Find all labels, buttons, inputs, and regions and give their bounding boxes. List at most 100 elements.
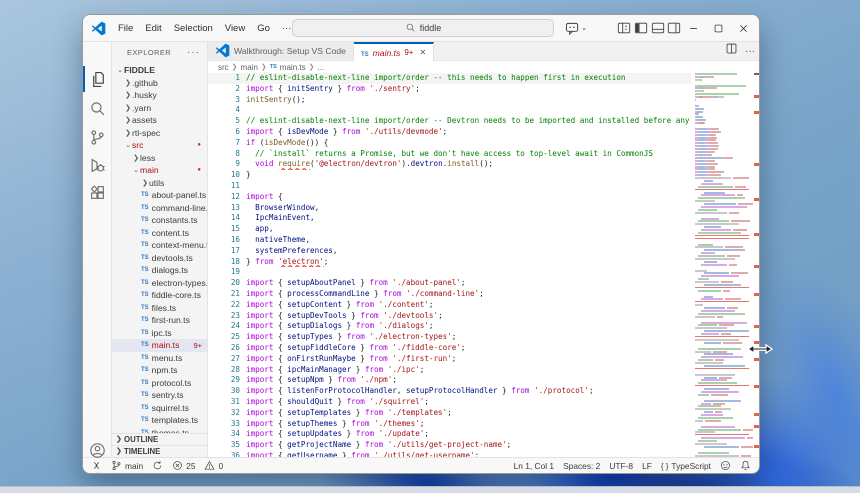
- explorer-more-actions-icon[interactable]: ···: [187, 47, 200, 58]
- tree-file-templates.ts[interactable]: TStemplates.ts: [112, 414, 207, 427]
- minimap-line: [695, 330, 753, 332]
- status-utf8[interactable]: UTF-8: [609, 461, 633, 471]
- tree-file-npm.ts[interactable]: TSnpm.ts: [112, 364, 207, 377]
- close-button[interactable]: [733, 15, 753, 41]
- tree-folder-utils[interactable]: ❯utils: [112, 177, 207, 190]
- status-label: main: [125, 461, 143, 471]
- breadcrumb-separator-icon: ❯: [309, 63, 315, 71]
- line-number: 36: [208, 451, 240, 457]
- toggle-panel-icon[interactable]: [650, 15, 666, 41]
- activity-settings-icon[interactable]: [83, 466, 111, 474]
- tree-file-devtools.ts[interactable]: TSdevtools.ts: [112, 252, 207, 265]
- tree-file-content.ts[interactable]: TScontent.ts: [112, 227, 207, 240]
- status-braces-typescript[interactable]: { }TypeScript: [661, 461, 711, 471]
- editor-more-actions-icon[interactable]: ···: [745, 46, 755, 57]
- customize-layout-icon[interactable]: [616, 15, 632, 41]
- breadcrumb-item[interactable]: ...: [317, 63, 324, 72]
- copilot-icon: [720, 460, 731, 471]
- tab-main.ts[interactable]: TSmain.ts9+✕: [354, 42, 434, 61]
- tree-folder-less[interactable]: ❯less: [112, 152, 207, 165]
- taskbar-edge[interactable]: [0, 486, 860, 493]
- tree-file-main.ts[interactable]: TSmain.ts9+: [112, 339, 207, 352]
- minimap-line: [695, 443, 753, 445]
- minimap-line: [695, 134, 753, 136]
- minimap-line: [695, 102, 753, 104]
- activity-accounts-icon[interactable]: [83, 437, 111, 463]
- tree-file-protocol.ts[interactable]: TSprotocol.ts: [112, 377, 207, 390]
- tree-file-command-line.ts[interactable]: TScommand-line.ts: [112, 202, 207, 215]
- split-editor-icon[interactable]: [725, 42, 738, 60]
- breadcrumb-item[interactable]: main.ts: [280, 63, 306, 72]
- tree-folder-main[interactable]: ⌄main●: [112, 164, 207, 177]
- tree-file-context-menu.ts[interactable]: TScontext-menu.ts: [112, 239, 207, 252]
- tree-file-squirrel.ts[interactable]: TSsquirrel.ts: [112, 402, 207, 415]
- tree-file-sentry.ts[interactable]: TSsentry.ts: [112, 389, 207, 402]
- tree-file-menu.ts[interactable]: TSmenu.ts: [112, 352, 207, 365]
- status-label: 25: [186, 461, 195, 471]
- status-spaces2[interactable]: Spaces: 2: [563, 461, 600, 471]
- line-number: 13: [208, 203, 240, 214]
- code-line-26: 26import { setupFiddleCore } from './fid…: [208, 343, 691, 354]
- minimap-line: [695, 238, 753, 239]
- toggle-primary-sidebar-icon[interactable]: [633, 15, 649, 41]
- activity-run-debug-icon[interactable]: [83, 152, 111, 178]
- tree-file-files.ts[interactable]: TSfiles.ts: [112, 302, 207, 315]
- minimize-button[interactable]: [683, 15, 703, 41]
- minimap-line: [695, 163, 753, 165]
- maximize-button[interactable]: [708, 15, 728, 41]
- copilot-titlebar-icon[interactable]: ⌄: [563, 15, 589, 41]
- breadcrumb[interactable]: src❯main❯TSmain.ts❯...: [208, 61, 759, 73]
- activity-search-icon[interactable]: [83, 95, 111, 121]
- tree-file-about-panel.ts[interactable]: TSabout-panel.ts: [112, 189, 207, 202]
- tree-file-dialogs.ts[interactable]: TSdialogs.ts: [112, 264, 207, 277]
- timeline-section[interactable]: ❯TIMELINE: [112, 445, 207, 458]
- tree-folder-.github[interactable]: ❯.github: [112, 77, 207, 90]
- typescript-file-icon: TS: [141, 380, 149, 386]
- tree-folder-src[interactable]: ⌄src●: [112, 139, 207, 152]
- activity-source-control-icon[interactable]: [83, 124, 111, 150]
- activity-explorer-icon[interactable]: [83, 66, 111, 92]
- status-lf[interactable]: LF: [642, 461, 652, 471]
- menu-item-view[interactable]: View: [219, 21, 251, 36]
- menu-item-edit[interactable]: Edit: [139, 21, 167, 36]
- tree-item-label: FIDDLE: [124, 65, 155, 75]
- activity-extensions-icon[interactable]: [83, 179, 111, 205]
- status-sync[interactable]: [152, 460, 163, 471]
- minimap[interactable]: [695, 73, 753, 457]
- code-area[interactable]: 1// eslint-disable-next-line import/orde…: [208, 73, 691, 457]
- tree-folder-FIDDLE[interactable]: ⌄FIDDLE: [112, 64, 207, 77]
- status-bell[interactable]: [740, 460, 751, 471]
- breadcrumb-item[interactable]: src: [218, 63, 229, 72]
- editor[interactable]: 1// eslint-disable-next-line import/orde…: [208, 73, 759, 457]
- tab-walkthrough--setup-vs-code[interactable]: Walkthrough: Setup VS Code: [208, 42, 354, 60]
- tree-item-label: sentry.ts: [152, 390, 184, 400]
- status-ln1col1[interactable]: Ln 1, Col 1: [514, 461, 555, 471]
- explorer-title: EXPLORER: [127, 48, 171, 57]
- error-mark: [754, 265, 759, 268]
- outline-section[interactable]: ❯OUTLINE: [112, 433, 207, 446]
- toggle-secondary-sidebar-icon[interactable]: [666, 15, 682, 41]
- breadcrumb-item[interactable]: main: [241, 63, 258, 72]
- command-center-search[interactable]: fiddle: [292, 19, 554, 37]
- chevron-right-icon: ❯: [124, 129, 132, 137]
- tree-file-ipc.ts[interactable]: TSipc.ts: [112, 327, 207, 340]
- menu-item-file[interactable]: File: [112, 21, 139, 36]
- status-branch-main[interactable]: main: [111, 460, 143, 471]
- tree-folder-assets[interactable]: ❯assets: [112, 114, 207, 127]
- menu-item-selection[interactable]: Selection: [168, 21, 219, 36]
- status-copilot[interactable]: [720, 460, 731, 471]
- minimap-line: [695, 93, 753, 95]
- minimap-line: [695, 278, 753, 280]
- minimap-line: [695, 348, 753, 350]
- tab-close-icon[interactable]: ✕: [419, 48, 426, 57]
- tree-file-first-run.ts[interactable]: TSfirst-run.ts: [112, 314, 207, 327]
- menu-item-go[interactable]: Go: [251, 21, 276, 36]
- tree-file-fiddle-core.ts[interactable]: TSfiddle-core.ts: [112, 289, 207, 302]
- status-error-25[interactable]: 25: [172, 460, 195, 471]
- tree-folder-.yarn[interactable]: ❯.yarn: [112, 102, 207, 115]
- status-warning-0[interactable]: 0: [204, 460, 223, 471]
- tree-folder-rtl-spec[interactable]: ❯rtl-spec: [112, 127, 207, 140]
- tree-file-electron-types.ts[interactable]: TSelectron-types.ts: [112, 277, 207, 290]
- tree-folder-.husky[interactable]: ❯.husky: [112, 89, 207, 102]
- tree-file-constants.ts[interactable]: TSconstants.ts: [112, 214, 207, 227]
